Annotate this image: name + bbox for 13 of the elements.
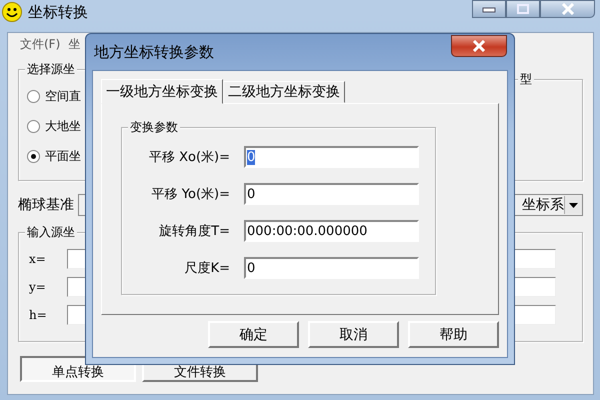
field-label: 平移 Xo(米)= <box>148 149 231 166</box>
ellipsoid-label: 椭球基准 <box>18 196 74 214</box>
group-label: 变换参数 <box>128 119 180 136</box>
field-label: 平移 Yo(米)= <box>150 186 231 203</box>
field-label: y= <box>29 280 47 294</box>
field-label: h= <box>29 308 48 322</box>
dialog-title: 地方坐标转换参数 <box>94 42 214 62</box>
field-label: 尺度K= <box>184 260 231 277</box>
group-label: 输入源坐 <box>25 224 77 241</box>
field-label: x= <box>29 252 47 266</box>
group-label: 选择源坐 <box>25 61 77 78</box>
window-title: 坐标转换 <box>28 3 88 22</box>
field-label: 旋转角度T= <box>158 223 231 240</box>
